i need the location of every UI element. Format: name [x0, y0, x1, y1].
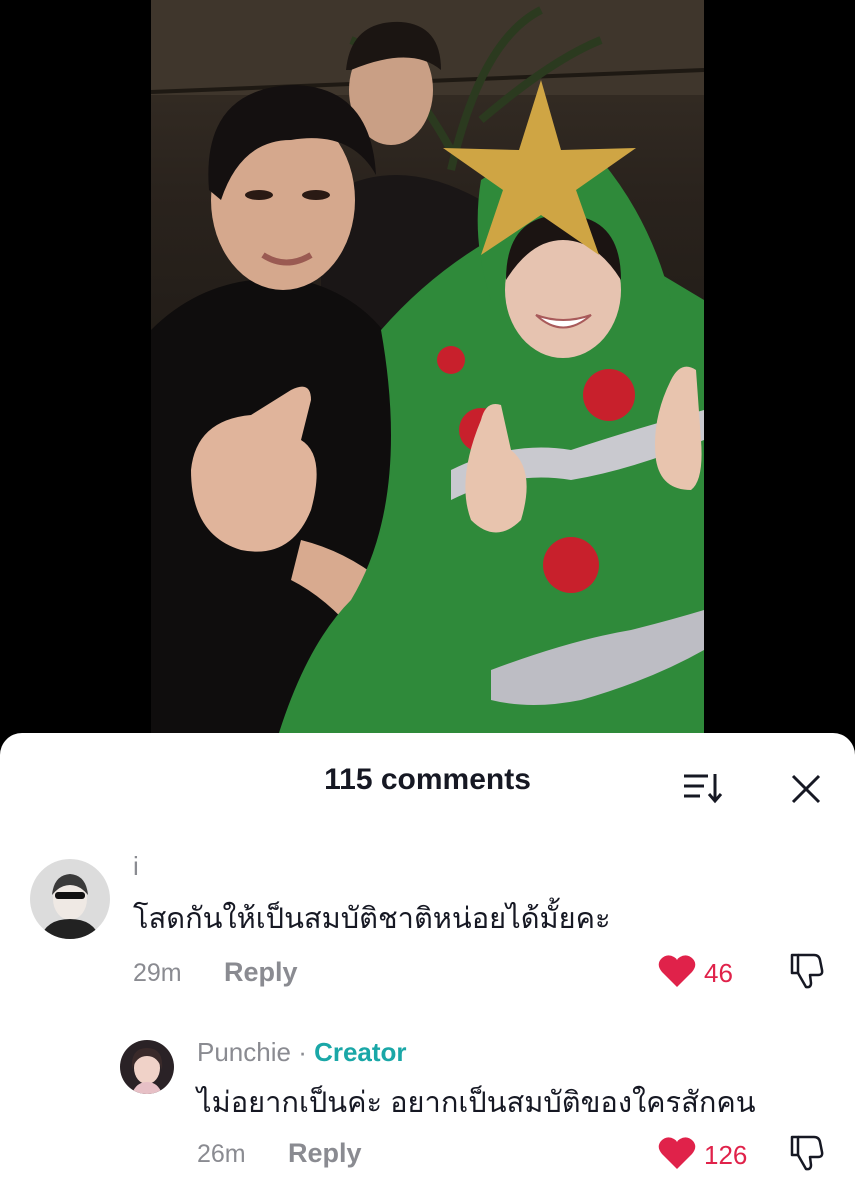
comments-count-title: 115 comments [324, 763, 531, 796]
commenter-avatar[interactable] [30, 859, 110, 939]
video-player[interactable] [0, 0, 855, 760]
video-frame[interactable] [151, 0, 704, 760]
comment-timestamp: 29m [133, 959, 182, 987]
dislike-icon[interactable] [786, 951, 826, 991]
creator-badge: Creator [314, 1037, 407, 1067]
reply-timestamp: 26m [197, 1140, 246, 1168]
comment-username[interactable]: i [133, 851, 139, 882]
heart-icon[interactable] [657, 953, 697, 989]
reply-like-count: 126 [704, 1140, 748, 1170]
dislike-icon[interactable] [786, 1133, 826, 1173]
sort-icon[interactable] [680, 769, 724, 805]
reply-username[interactable]: Punchie [197, 1037, 291, 1067]
heart-icon[interactable] [657, 1135, 697, 1171]
close-icon[interactable] [786, 769, 826, 809]
reply-avatar[interactable] [120, 1040, 174, 1094]
comments-sheet: 115 comments i โสดกันให้เป็นสมบัติชาติหน… [0, 733, 855, 1200]
reply-username-line: Punchie · Creator [197, 1037, 407, 1068]
reply-text: ไม่อยากเป็นค่ะ อยากเป็นสมบัติของใครสักคน [197, 1087, 756, 1119]
reply-button[interactable]: Reply [224, 957, 298, 988]
reply-to-reply-button[interactable]: Reply [288, 1138, 362, 1169]
like-count: 46 [704, 958, 733, 988]
comment-text: โสดกันให้เป็นสมบัติชาติหน่อยได้มั้ยคะ [133, 903, 611, 935]
video-scene [151, 0, 704, 760]
username-separator: · [290, 1037, 315, 1067]
